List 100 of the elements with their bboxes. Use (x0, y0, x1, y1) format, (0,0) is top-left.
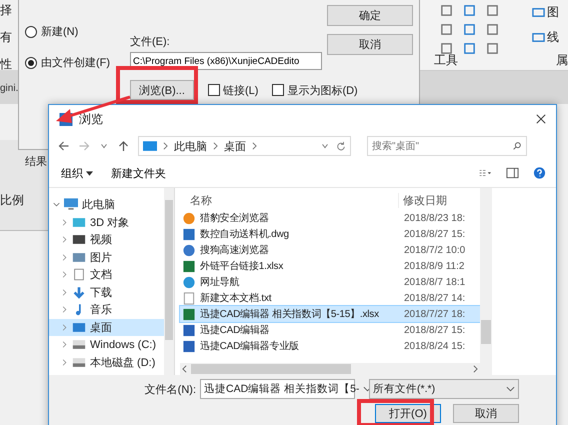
column-header[interactable]: 名称 (180, 193, 398, 208)
expander-icon[interactable] (61, 358, 68, 366)
expander-icon[interactable] (61, 341, 68, 348)
file-date: 2018/7/2 10:0 (403, 244, 466, 256)
expander-icon[interactable] (61, 306, 68, 314)
dialog-button[interactable]: 取消 (327, 34, 413, 55)
browse-button[interactable]: 浏览(B)... (130, 80, 194, 100)
layer-icon[interactable] (532, 31, 545, 44)
file-icon (182, 244, 196, 256)
help-icon[interactable] (533, 167, 546, 179)
scrollbar[interactable] (180, 363, 480, 375)
chevron-down-icon[interactable] (506, 386, 515, 392)
file-row[interactable]: 数控自动送料机.dwg 2018/8/27 15: (180, 226, 480, 242)
tool-icon[interactable] (486, 4, 499, 17)
file-row[interactable]: 猎豹安全浏览器 2018/8/23 18: (180, 210, 480, 226)
breadcrumb[interactable]: 此电脑 (174, 138, 207, 154)
file-row[interactable]: 搜狗高速浏览器 2018/7/2 10:0 (180, 242, 480, 258)
new-folder-button[interactable]: 新建文件夹 (109, 164, 168, 182)
nav-item[interactable]: 视频 (49, 231, 164, 248)
up-arrow-icon[interactable] (117, 140, 130, 152)
field-label: 文件名(N): (144, 382, 196, 396)
breadcrumb[interactable]: 桌面 (224, 138, 246, 154)
file-row[interactable]: 新建文本文档.txt 2018/8/27 14: (180, 290, 480, 306)
nav-item[interactable]: 音乐 (49, 301, 164, 318)
nav-item[interactable]: Windows (C:) (49, 336, 164, 354)
radio-option[interactable]: 新建(N) (25, 24, 110, 39)
tool-icon[interactable] (440, 4, 453, 17)
ribbon-group-label: 属 (556, 52, 568, 69)
expander-icon[interactable] (53, 201, 60, 208)
file-row[interactable]: 迅捷CAD编辑器专业版 2018/8/24 15: (180, 338, 480, 354)
file-row[interactable]: 网址导航 2018/8/7 18:1 (180, 274, 480, 290)
radio-button[interactable] (25, 26, 37, 38)
preview-pane-icon[interactable] (506, 167, 519, 179)
file-icon (182, 324, 196, 336)
tool-icon[interactable] (463, 4, 476, 17)
ribbon-item[interactable]: 图 (547, 4, 559, 21)
file-date: 2018/8/7 18:1 (403, 276, 466, 288)
checkbox-option[interactable]: 链接(L) (208, 82, 258, 98)
file-row[interactable]: 迅捷CAD编辑器 2018/8/27 15: (180, 322, 480, 338)
file-date: 2018/8/27 15: (403, 324, 466, 336)
address-bar[interactable]: 此电脑 桌面 (138, 136, 351, 156)
chevron-right-icon[interactable] (252, 142, 257, 150)
layer-icon[interactable] (532, 6, 545, 19)
tool-icon[interactable] (463, 23, 476, 36)
tool-icon[interactable] (486, 42, 499, 55)
radio-option[interactable]: 由文件创建(F) (25, 55, 110, 70)
menu-label: 择 (0, 2, 13, 19)
document-tab[interactable]: gini. (0, 83, 20, 94)
nav-item[interactable]: 图片 (49, 248, 164, 266)
scroll-right-icon[interactable] (473, 365, 478, 373)
expander-icon[interactable] (61, 254, 68, 261)
nav-item[interactable]: 此电脑 (49, 196, 164, 214)
expander-icon[interactable] (61, 271, 68, 278)
checkbox[interactable] (208, 84, 220, 96)
file-row[interactable]: 迅捷CAD编辑器 相关指数词【5-15】.xlsx 2018/7/27 18: (180, 306, 480, 322)
close-icon[interactable] (536, 114, 546, 124)
cancel-button[interactable]: 取消 (453, 404, 519, 423)
nav-item[interactable]: 桌面 (49, 318, 164, 336)
view-options-icon[interactable] (479, 167, 492, 179)
expander-icon[interactable] (61, 236, 68, 244)
field-label: 比例 (0, 192, 24, 209)
tool-icon[interactable] (440, 23, 453, 36)
expander-icon[interactable] (61, 324, 68, 331)
scroll-left-icon[interactable] (182, 365, 187, 373)
dialog-button[interactable]: 确定 (327, 5, 413, 26)
path-field[interactable]: C:\Program Files (x86)\XunjieCADEdito (130, 52, 322, 70)
chevron-right-icon[interactable] (213, 142, 218, 150)
checkbox[interactable] (272, 84, 284, 96)
organize-menu[interactable]: 组织 (59, 164, 96, 182)
tool-icon[interactable] (463, 42, 476, 55)
nav-item[interactable]: 下载 (49, 284, 164, 301)
chevron-down-icon[interactable] (99, 141, 109, 151)
scrollbar[interactable] (164, 188, 174, 375)
expander-icon[interactable] (61, 218, 68, 226)
file-icon (182, 276, 196, 288)
expander-icon[interactable] (61, 288, 68, 296)
search-field[interactable]: 搜索"桌面" (367, 136, 527, 156)
menu-label: 性 (0, 56, 13, 73)
file-icon (182, 212, 196, 224)
tool-icon[interactable] (486, 23, 499, 36)
back-arrow-icon[interactable] (57, 140, 70, 152)
file-icon (182, 260, 196, 272)
file-row[interactable]: 外链平台链接1.xlsx 2018/8/9 11:2 (180, 258, 480, 274)
search-icon[interactable] (512, 141, 522, 151)
file-type-dropdown[interactable]: 所有文件(*.*) (369, 379, 519, 399)
open-button[interactable]: 打开(O) (375, 404, 441, 423)
ribbon-item[interactable]: 线 (547, 29, 559, 46)
chevron-right-icon[interactable] (163, 142, 168, 150)
tool-icon[interactable] (440, 42, 453, 55)
file-name: 新建文本文档.txt (200, 292, 272, 305)
nav-item[interactable]: 本地磁盘 (D:) (49, 354, 164, 371)
scrollbar[interactable] (480, 188, 492, 375)
radio-button[interactable] (25, 56, 37, 68)
nav-item[interactable]: 3D 对象 (49, 214, 164, 231)
monitor-icon (143, 140, 157, 152)
file-date: 2018/8/24 15: (403, 340, 466, 352)
chevron-down-icon[interactable] (320, 141, 330, 151)
nav-item[interactable]: 文档 (49, 266, 164, 284)
checkbox-option[interactable]: 显示为图标(D) (272, 82, 358, 98)
refresh-icon[interactable] (336, 141, 346, 151)
